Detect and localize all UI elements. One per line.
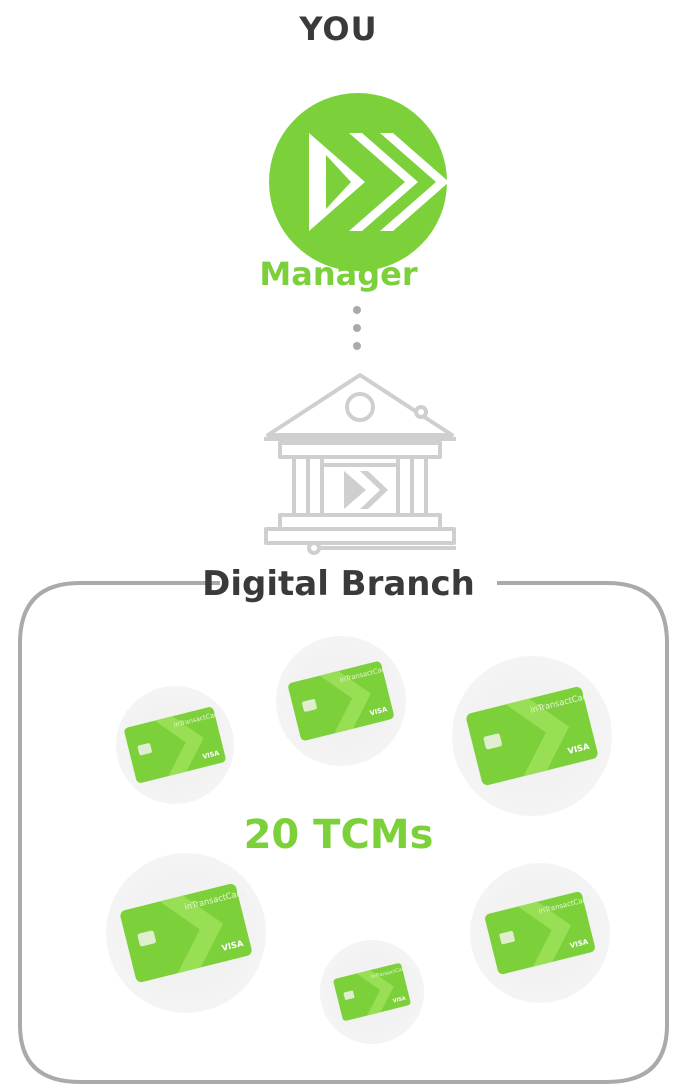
tcm-count-label: 20 TCMs bbox=[243, 812, 434, 858]
member-card-6: inTransactCard VISA bbox=[320, 940, 424, 1044]
credit-card-icon: inTransactCard VISA bbox=[333, 963, 411, 1021]
member-card-3: inTransactCard VISA bbox=[452, 656, 612, 816]
member-card-5: inTransactCard VISA bbox=[470, 863, 610, 1003]
credit-card-icon: inTransactCard VISA bbox=[485, 891, 595, 975]
digital-branch-label: Digital Branch bbox=[202, 564, 475, 604]
credit-card-icon: inTransactCard VISA bbox=[288, 661, 394, 741]
credit-card-icon: inTransactCard VISA bbox=[124, 707, 226, 783]
member-card-2: inTransactCard VISA bbox=[276, 636, 406, 766]
member-card-1: inTransactCard VISA bbox=[116, 686, 234, 804]
member-card-4: inTransactCard VISA bbox=[106, 853, 266, 1013]
credit-card-icon: inTransactCard VISA bbox=[466, 686, 598, 786]
credit-card-icon: inTransactCard VISA bbox=[120, 883, 252, 983]
